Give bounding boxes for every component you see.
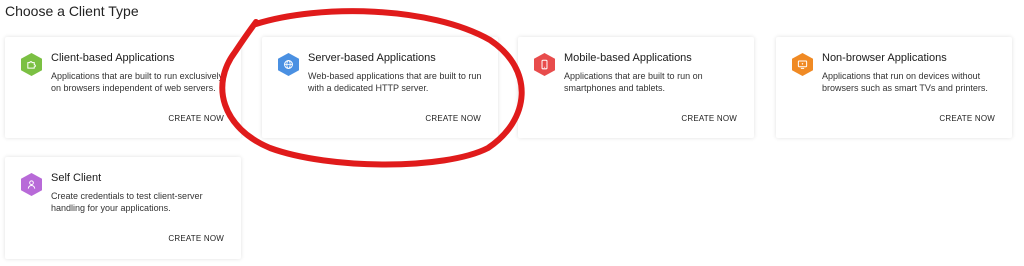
card-title: Server-based Applications bbox=[308, 52, 436, 64]
card-description: Web-based applications that are built to… bbox=[308, 71, 482, 93]
create-now-button[interactable]: CREATE NOW bbox=[681, 114, 737, 123]
card-description: Create credentials to test client-server… bbox=[51, 191, 203, 213]
puzzle-icon bbox=[21, 53, 42, 76]
card-description: Applications that are built to run on sm… bbox=[564, 71, 703, 93]
create-now-button[interactable]: CREATE NOW bbox=[168, 234, 224, 243]
card-mobile-based[interactable]: Mobile-based Applications Applications t… bbox=[518, 37, 754, 138]
create-now-button[interactable]: CREATE NOW bbox=[425, 114, 481, 123]
card-title: Mobile-based Applications bbox=[564, 52, 692, 64]
smartphone-icon bbox=[534, 53, 555, 76]
tv-icon bbox=[792, 53, 813, 76]
create-now-button[interactable]: CREATE NOW bbox=[168, 114, 224, 123]
card-title: Client-based Applications bbox=[51, 52, 175, 64]
create-now-button[interactable]: CREATE NOW bbox=[939, 114, 995, 123]
page-title: Choose a Client Type bbox=[5, 3, 139, 19]
user-icon bbox=[21, 173, 42, 196]
card-self-client[interactable]: Self Client Create credentials to test c… bbox=[5, 157, 241, 259]
card-description: Applications that run on devices without… bbox=[822, 71, 988, 93]
card-title: Non-browser Applications bbox=[822, 52, 947, 64]
card-non-browser[interactable]: Non-browser Applications Applications th… bbox=[776, 37, 1012, 138]
card-description: Applications that are built to run exclu… bbox=[51, 71, 224, 93]
card-server-based[interactable]: Server-based Applications Web-based appl… bbox=[262, 37, 498, 138]
card-client-based[interactable]: Client-based Applications Applications t… bbox=[5, 37, 241, 138]
card-title: Self Client bbox=[51, 172, 102, 184]
globe-icon bbox=[278, 53, 299, 76]
